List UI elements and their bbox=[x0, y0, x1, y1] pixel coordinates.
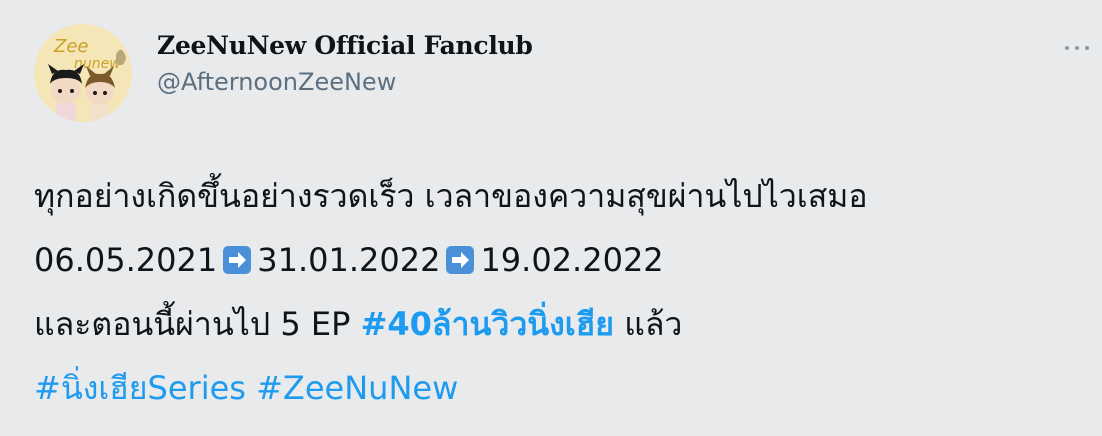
tweet-line-1-text: ทุกอย่างเกิดขึ้นอย่างรวดเร็ว เวลาของความ… bbox=[34, 177, 868, 215]
hashtag-zeenunew[interactable]: #ZeeNuNew bbox=[256, 369, 458, 407]
fanclub-avatar-icon: Zee nunew bbox=[34, 24, 132, 122]
tweet-card: Zee nunew ZeeNuNew Official Fanclub @Aft… bbox=[0, 0, 1102, 436]
date-2: 31.01.2022 bbox=[257, 241, 441, 279]
tweet-line-4: #นิ่งเฮียSeries #ZeeNuNew bbox=[34, 356, 1074, 420]
right-arrow-emoji-icon bbox=[223, 246, 252, 274]
more-dot bbox=[1065, 46, 1069, 50]
tweet-line-2: 06.05.2021 31.01.2022 19.02.2022 bbox=[34, 228, 1074, 292]
author-handle[interactable]: @AfternoonZeeNew bbox=[157, 68, 396, 96]
svg-text:Zee: Zee bbox=[53, 36, 88, 57]
tweet-line-3-prefix: และตอนนี้ผ่านไป 5 EP bbox=[34, 305, 351, 343]
tweet-line-1: ทุกอย่างเกิดขึ้นอย่างรวดเร็ว เวลาของความ… bbox=[34, 164, 1074, 228]
hashtag-40m-views[interactable]: #40ล้านวิวนิ่งเฮีย bbox=[361, 305, 614, 343]
more-dot bbox=[1085, 46, 1089, 50]
more-options-icon[interactable] bbox=[1065, 40, 1089, 56]
avatar[interactable]: Zee nunew bbox=[34, 24, 132, 122]
more-dot bbox=[1075, 46, 1079, 50]
tweet-line-3: และตอนนี้ผ่านไป 5 EP #40ล้านวิวนิ่งเฮีย … bbox=[34, 292, 1074, 356]
date-1: 06.05.2021 bbox=[34, 241, 218, 279]
tweet-line-3-suffix: แล้ว bbox=[624, 305, 683, 343]
date-3: 19.02.2022 bbox=[480, 241, 664, 279]
right-arrow-emoji-icon bbox=[446, 246, 475, 274]
hashtag-series[interactable]: #นิ่งเฮียSeries bbox=[34, 369, 246, 407]
tweet-text: ทุกอย่างเกิดขึ้นอย่างรวดเร็ว เวลาของความ… bbox=[34, 164, 1074, 420]
author-display-name[interactable]: ZeeNuNew Official Fanclub bbox=[157, 31, 533, 60]
